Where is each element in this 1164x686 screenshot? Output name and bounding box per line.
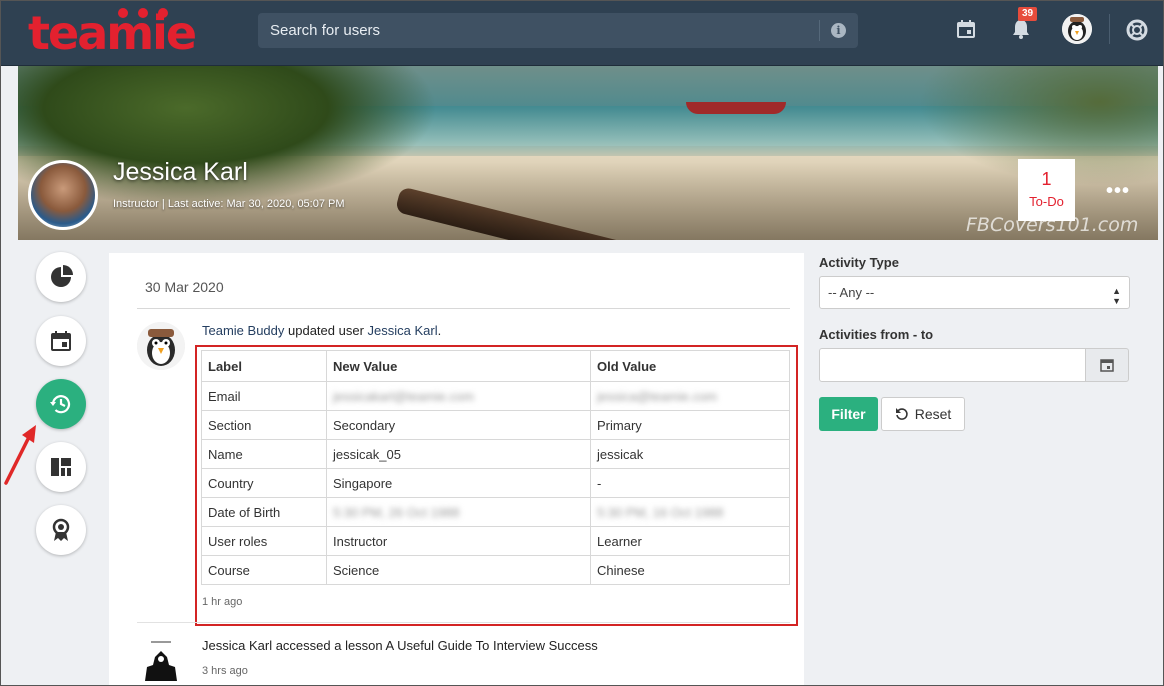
history-icon[interactable] [36, 379, 86, 429]
reset-button[interactable]: Reset [881, 397, 965, 431]
activity-2-text: Jessica Karl accessed a lesson A Useful … [202, 638, 598, 653]
date-picker-button[interactable] [1085, 348, 1129, 382]
profile-meta: Instructor | Last active: Mar 30, 2020, … [113, 198, 345, 210]
teamie-buddy-avatar[interactable] [137, 322, 185, 370]
todo-count: 1 [1041, 169, 1052, 189]
todo-box[interactable]: 1 To-Do [1018, 159, 1075, 221]
reset-icon [895, 408, 908, 420]
lesson-icon [137, 637, 185, 685]
activity-1-suffix: . [437, 323, 442, 338]
help-icon[interactable] [1126, 19, 1148, 46]
search-input[interactable] [258, 13, 818, 48]
feed-date: 30 Mar 2020 [145, 279, 224, 295]
activity-2-actor-link[interactable]: Jessica Karl [202, 638, 272, 653]
activity-2-time: 3 hrs ago [202, 665, 248, 677]
search-divider [819, 20, 820, 41]
calendar-icon[interactable] [956, 19, 976, 44]
activity-divider [137, 622, 790, 623]
topbar-divider [1109, 14, 1110, 44]
date-range-label: Activities from - to [819, 327, 934, 342]
top-bar: teamie i 39 [0, 0, 1164, 66]
activity-1-target-link[interactable]: Jessica Karl [368, 323, 438, 338]
logo-dots [118, 8, 168, 18]
reset-label: Reset [914, 406, 952, 422]
activity-2-verb: accessed a lesson [272, 638, 386, 653]
profile-banner: Jessica Karl Instructor | Last active: M… [18, 66, 1158, 240]
todo-label: To-Do [1029, 194, 1064, 209]
date-divider [137, 308, 790, 309]
annotation-arrow [0, 423, 42, 494]
notification-badge: 39 [1018, 7, 1038, 21]
pie-chart-icon[interactable] [36, 252, 86, 302]
activity-2-target-link[interactable]: A Useful Guide To Interview Success [386, 638, 598, 653]
filter-button[interactable]: Filter [819, 397, 878, 431]
activity-1-actor-link[interactable]: Teamie Buddy [202, 323, 284, 338]
dashboard-icon[interactable] [36, 442, 86, 492]
info-icon[interactable]: i [831, 23, 846, 38]
calendar-icon [1100, 359, 1114, 372]
banner-watermark: FBCovers101.com [966, 214, 1139, 236]
date-range-input[interactable] [819, 348, 1086, 382]
highlight-box [195, 345, 798, 626]
more-options-icon[interactable]: ••• [1106, 180, 1130, 203]
profile-name: Jessica Karl [113, 158, 248, 186]
activity-type-label: Activity Type [819, 255, 899, 270]
profile-avatar[interactable] [28, 160, 98, 230]
badge-icon[interactable] [36, 505, 86, 555]
select-caret-icon: ▲ ▼ [1112, 286, 1121, 306]
activity-1-verb: updated user [284, 323, 368, 338]
user-avatar[interactable] [1062, 14, 1092, 44]
activity-1-text: Teamie Buddy updated user Jessica Karl. [202, 323, 441, 338]
search-box: i [258, 13, 858, 48]
bell-icon[interactable] [1010, 18, 1032, 45]
calendar-nav-icon[interactable] [36, 316, 86, 366]
activity-type-value: -- Any -- [828, 285, 875, 300]
teamie-logo[interactable]: teamie [28, 8, 197, 58]
activity-feed: 30 Mar 2020 Teamie Buddy updated user Je… [109, 253, 804, 686]
activity-type-select[interactable]: -- Any -- ▲ ▼ [819, 276, 1130, 309]
